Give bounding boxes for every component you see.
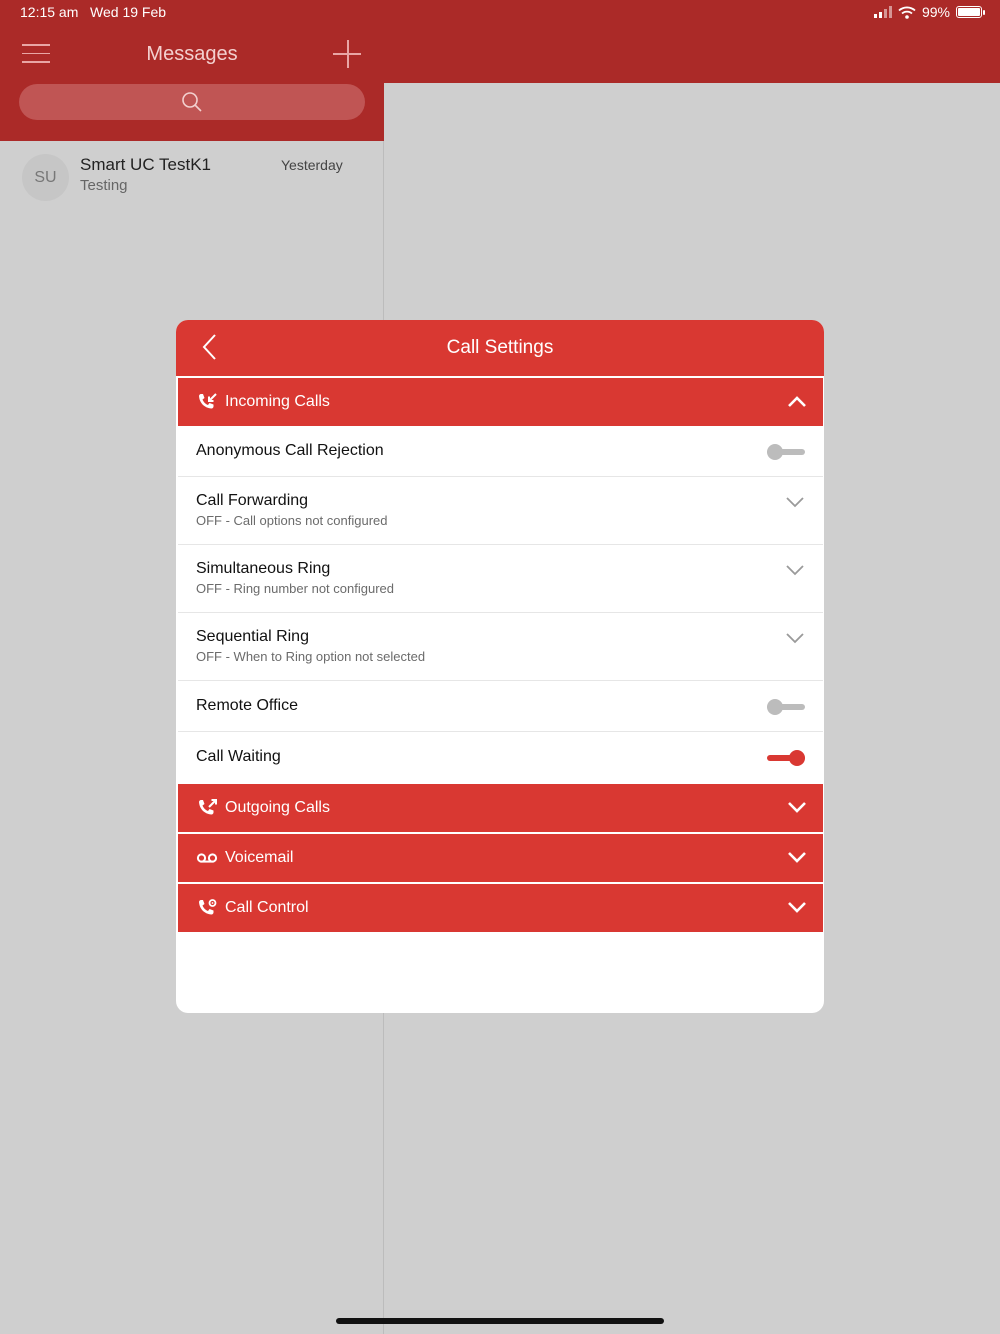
section-call-control[interactable]: Call Control [178,884,823,932]
status-clock: 12:15 am [20,4,79,20]
remote-office-toggle[interactable] [767,699,805,715]
setting-label: Call Waiting [196,748,281,765]
section-incoming-calls[interactable]: Incoming Calls [178,378,823,426]
section-label: Voicemail [225,849,294,866]
cellular-signal-icon [873,6,892,18]
setting-label: Simultaneous Ring [196,560,331,577]
setting-status: OFF - When to Ring option not selected [196,649,426,664]
avatar: SU [22,154,69,201]
chevron-down-icon [788,852,806,863]
conversation-time: Yesterday [281,157,343,173]
chevron-down-icon[interactable] [785,496,805,508]
section-label: Outgoing Calls [225,799,330,816]
setting-remote-office: Remote Office [178,681,823,732]
modal-title: Call Settings [446,337,554,358]
setting-status: OFF - Call options not configured [196,513,388,528]
chevron-down-icon [788,902,806,913]
modal-header: Call Settings [176,320,824,376]
call-settings-modal: Call Settings Incoming Calls Anonymous C… [176,320,824,1013]
chevron-down-icon [788,802,806,813]
setting-call-forwarding[interactable]: Call Forwarding OFF - Call options not c… [178,477,823,545]
messages-title: Messages [146,43,238,65]
conversation-preview: Testing [80,177,128,194]
section-outgoing-calls[interactable]: Outgoing Calls [178,784,823,832]
setting-label: Call Forwarding [196,492,309,509]
section-label: Call Control [225,899,309,916]
battery-percent: 99% [921,4,950,20]
anonymous-call-rejection-toggle[interactable] [767,444,805,460]
setting-sequential-ring[interactable]: Sequential Ring OFF - When to Ring optio… [178,613,823,681]
conversation-item[interactable]: SU Smart UC TestK1 Testing Yesterday [0,148,384,208]
status-indicators: 99% [873,4,985,20]
search-icon [182,92,202,112]
wifi-icon [898,6,916,19]
new-message-button[interactable] [333,40,363,70]
chevron-up-icon [788,396,806,407]
incoming-call-icon [199,393,217,409]
setting-label: Sequential Ring [196,628,309,645]
home-indicator[interactable] [336,1318,664,1324]
search-input[interactable] [19,84,365,120]
section-voicemail[interactable]: Voicemail [178,834,823,882]
chevron-down-icon[interactable] [785,632,805,644]
chevron-down-icon[interactable] [785,564,805,576]
setting-label: Anonymous Call Rejection [196,442,384,459]
voicemail-icon [196,853,218,863]
conversation-name: Smart UC TestK1 [80,155,212,174]
status-time: 12:15 am Wed 19 Feb [20,4,166,20]
setting-anonymous-call-rejection: Anonymous Call Rejection [178,426,823,477]
call-control-icon [199,899,217,915]
setting-status: OFF - Ring number not configured [196,581,394,596]
battery-icon [956,6,985,18]
outgoing-call-icon [199,799,217,815]
call-waiting-toggle[interactable] [767,750,805,766]
status-date: Wed 19 Feb [90,4,167,20]
setting-simultaneous-ring[interactable]: Simultaneous Ring OFF - Ring number not … [178,545,823,613]
messages-header: 12:15 am Wed 19 Feb Messages [0,0,384,141]
section-label: Incoming Calls [225,393,330,410]
setting-label: Remote Office [196,697,298,714]
setting-call-waiting: Call Waiting [178,732,823,783]
